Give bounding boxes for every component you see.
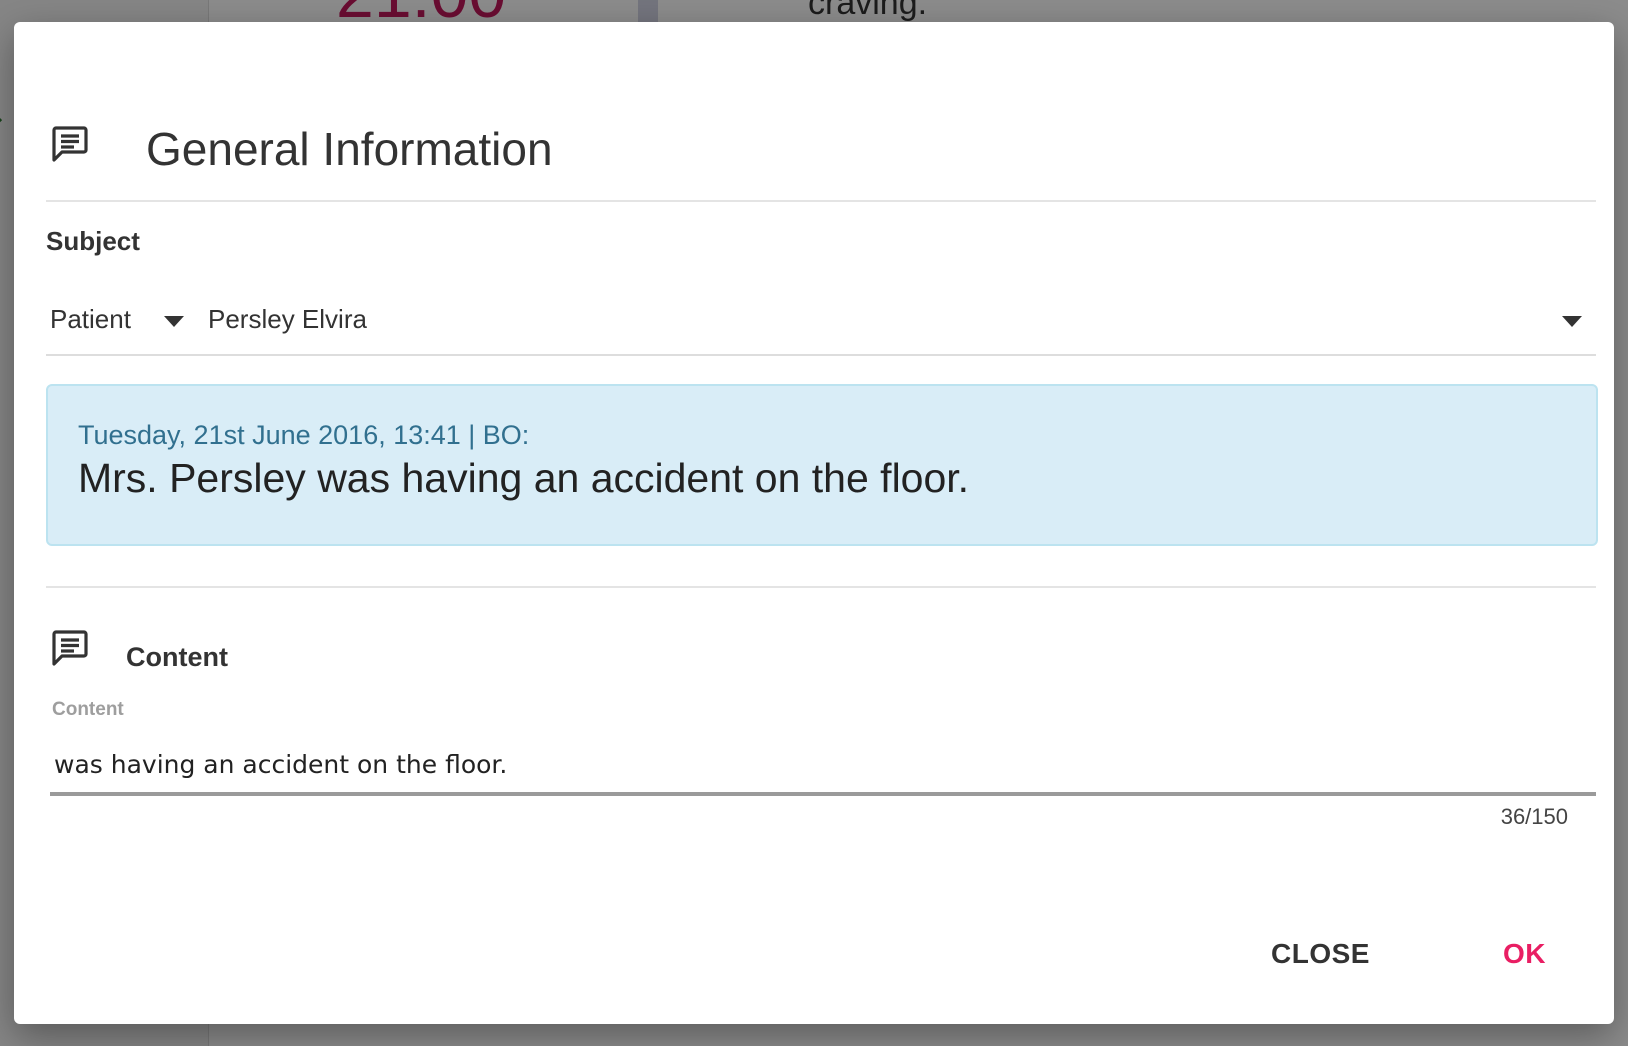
- content-field-label: Content: [52, 699, 124, 720]
- subject-type-select[interactable]: Patient: [46, 292, 196, 352]
- character-counter: 36/150: [1500, 804, 1568, 829]
- info-alert: Tuesday, 21st June 2016, 13:41 | BO: Mrs…: [46, 384, 1598, 546]
- content-heading: Content: [126, 642, 228, 672]
- chevron-down-icon: [164, 316, 184, 327]
- subject-name-value: Persley Elvira: [208, 304, 367, 334]
- info-text: Mrs. Persley was having an accident on t…: [78, 455, 970, 501]
- subject-name-select[interactable]: Persley Elvira: [198, 292, 1596, 352]
- chat-icon: [52, 126, 88, 162]
- close-button[interactable]: CLOSE: [1271, 940, 1370, 968]
- general-information-dialog: General Information Subject Patient Pers…: [14, 22, 1614, 1024]
- subject-type-value: Patient: [50, 304, 131, 334]
- chat-icon: [52, 630, 88, 666]
- subject-row: Patient Persley Elvira: [46, 292, 1596, 356]
- chevron-down-icon: [1562, 316, 1582, 327]
- dialog-title: General Information: [146, 123, 553, 175]
- info-meta: Tuesday, 21st June 2016, 13:41 | BO:: [78, 420, 530, 450]
- subject-label: Subject: [46, 226, 140, 256]
- content-field: [50, 738, 1596, 796]
- ok-button[interactable]: OK: [1503, 940, 1546, 968]
- section-divider: [46, 586, 1596, 588]
- dialog-header: General Information: [46, 82, 1596, 202]
- content-input[interactable]: [50, 738, 1596, 790]
